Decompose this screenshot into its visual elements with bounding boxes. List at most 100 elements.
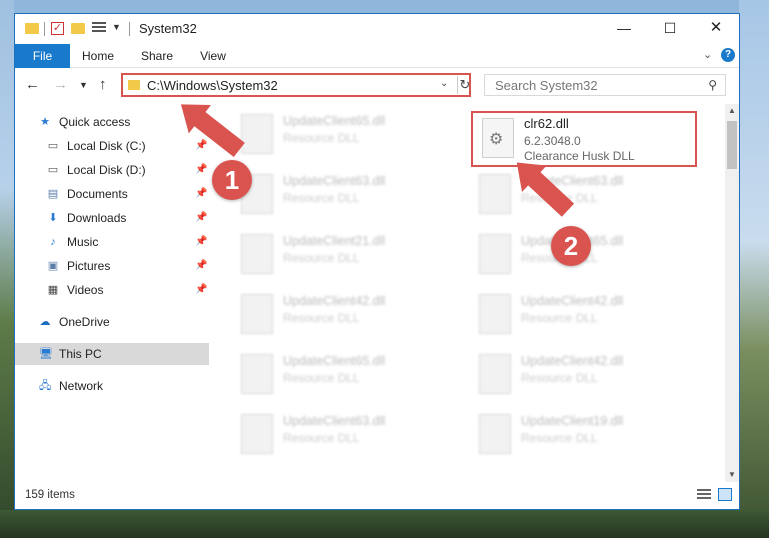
help-icon[interactable]: ? <box>721 48 735 62</box>
pin-icon[interactable]: 📌 <box>195 159 207 181</box>
file-description: Resource DLL <box>283 371 360 385</box>
folder-icon <box>128 80 140 90</box>
minimize-button[interactable]: — <box>601 14 647 44</box>
pin-icon[interactable]: 📌 <box>195 207 207 229</box>
sidebar-item-label: Local Disk (D:) <box>67 163 146 177</box>
list-item[interactable]: UpdateClient19.dll Resource DLL <box>447 410 647 462</box>
tab-share[interactable]: Share <box>133 44 181 68</box>
sidebar-item-music[interactable]: ♪ Music 📌 <box>15 231 209 253</box>
item-count: 159 items <box>25 489 75 501</box>
window-title: System32 <box>139 21 197 36</box>
drive-icon: ▭ <box>47 164 59 176</box>
sidebar-item-label: Network <box>59 379 104 393</box>
sidebar-item-label: Documents <box>67 187 128 201</box>
sidebar-item-local-disk-d[interactable]: ▭ Local Disk (D:) 📌 <box>15 159 209 181</box>
file-description: Resource DLL <box>521 311 598 325</box>
recent-locations-chevron-icon[interactable]: ▼ <box>79 80 88 90</box>
up-arrow-icon[interactable]: ↑ <box>99 76 107 93</box>
dll-file-icon <box>479 294 511 334</box>
tab-view[interactable]: View <box>193 44 233 68</box>
search-input[interactable]: Search System32 <box>495 78 598 93</box>
sidebar-item-label: This PC <box>59 347 102 361</box>
pin-icon[interactable]: 📌 <box>195 231 207 253</box>
sidebar-item-onedrive[interactable]: ☁ OneDrive <box>15 311 209 333</box>
pin-icon[interactable]: 📌 <box>195 135 207 157</box>
refresh-icon[interactable]: ↻ <box>457 76 472 94</box>
customize-toolbar-dropdown-icon[interactable]: ▼ <box>112 22 121 38</box>
computer-icon: 🖥 <box>39 348 53 360</box>
close-button[interactable]: ✕ <box>693 14 739 44</box>
file-list: UpdateClient65.dll Resource DLL UpdateCl… <box>209 104 725 482</box>
download-icon: ⬇ <box>48 212 58 224</box>
list-item[interactable]: UpdateClient21.dll Resource DLL <box>209 230 409 282</box>
expand-ribbon-chevron-icon[interactable]: ⌄ <box>703 48 712 61</box>
highlighted-file-clr62[interactable]: ⚙ clr62.dll 6.2.3048.0 Clearance Husk DL… <box>471 111 697 167</box>
search-icon[interactable]: ⚲ <box>708 78 717 92</box>
sidebar-item-label: Videos <box>67 283 104 297</box>
pin-icon[interactable]: 📌 <box>195 255 207 277</box>
list-item[interactable]: UpdateClient63.dll Resource DLL <box>209 410 409 462</box>
details-view-icon[interactable] <box>697 489 711 501</box>
scroll-up-arrow-icon[interactable]: ▲ <box>725 104 739 118</box>
list-item[interactable]: UpdateClient65.dll Resource DLL <box>209 350 409 402</box>
sidebar-item-documents[interactable]: ▤ Documents 📌 <box>15 183 209 205</box>
sidebar-item-pictures[interactable]: ▣ Pictures 📌 <box>15 255 209 277</box>
folder-icon[interactable] <box>25 23 39 34</box>
sidebar-item-label: OneDrive <box>59 315 110 329</box>
cloud-icon: ☁ <box>39 316 51 328</box>
file-description: Resource DLL <box>283 431 360 445</box>
pin-icon[interactable]: 📌 <box>195 183 207 205</box>
dll-file-icon: ⚙ <box>482 118 514 158</box>
navigation-pane: ★ Quick access ▭ Local Disk (C:) 📌 ▭ Loc… <box>15 104 209 482</box>
tab-home[interactable]: Home <box>75 44 121 68</box>
sidebar-item-videos[interactable]: ▦ Videos 📌 <box>15 279 209 301</box>
file-name: UpdateClient21.dll <box>283 234 386 248</box>
sidebar-item-this-pc[interactable]: 🖥 This PC <box>15 343 209 365</box>
back-arrow-icon[interactable]: ← <box>25 76 40 93</box>
list-item[interactable]: UpdateClient65.dll Resource DLL <box>447 230 647 282</box>
list-item[interactable]: UpdateClient42.dll Resource DLL <box>447 290 647 342</box>
properties-icon[interactable] <box>92 22 106 34</box>
ribbon-tabs: File Home Share View ⌄ ? <box>15 44 739 68</box>
address-dropdown-icon[interactable]: ⌄ <box>440 78 448 89</box>
drive-icon: ▭ <box>47 140 59 152</box>
scroll-down-arrow-icon[interactable]: ▼ <box>725 468 739 482</box>
title-separator <box>129 22 130 36</box>
file-description: Resource DLL <box>521 371 598 385</box>
list-item[interactable]: UpdateClient65.dll Resource DLL <box>209 110 409 162</box>
address-bar[interactable]: C:\Windows\System32 ⌄ ↻ <box>121 73 471 97</box>
sidebar-item-downloads[interactable]: ⬇ Downloads 📌 <box>15 207 209 229</box>
properties-check-icon[interactable]: ✓ <box>51 22 64 35</box>
star-icon: ★ <box>40 116 50 128</box>
desktop-background-right <box>739 0 769 538</box>
file-description: Resource DLL <box>521 431 598 445</box>
search-box[interactable]: Search System32 ⚲ <box>484 74 726 96</box>
sidebar-item-network[interactable]: 🖧 Network <box>15 375 209 397</box>
scrollbar-thumb[interactable] <box>727 121 737 169</box>
address-path[interactable]: C:\Windows\System32 <box>147 78 278 93</box>
list-item[interactable]: UpdateClient42.dll Resource DLL <box>447 350 647 402</box>
file-name: UpdateClient65.dll <box>283 114 386 128</box>
list-item[interactable]: UpdateClient42.dll Resource DLL <box>209 290 409 342</box>
vertical-scrollbar[interactable]: ▲ ▼ <box>725 104 739 482</box>
dll-file-icon <box>479 234 511 274</box>
large-icons-view-icon[interactable] <box>718 488 732 501</box>
pin-icon[interactable]: 📌 <box>195 279 207 301</box>
documents-icon: ▤ <box>47 188 59 200</box>
file-description: Resource DLL <box>283 131 360 145</box>
file-description: Resource DLL <box>283 191 360 205</box>
sidebar-item-label: Pictures <box>67 259 111 273</box>
toolbar-separator <box>44 22 45 36</box>
file-name: UpdateClient63.dll <box>283 414 386 428</box>
forward-arrow-icon[interactable]: → <box>53 76 68 93</box>
dll-file-icon <box>479 354 511 394</box>
tab-file[interactable]: File <box>15 44 70 68</box>
file-version: 6.2.3048.0 <box>524 134 581 148</box>
dll-file-icon <box>241 354 273 394</box>
sidebar-item-local-disk-c[interactable]: ▭ Local Disk (C:) 📌 <box>15 135 209 157</box>
new-folder-icon[interactable] <box>71 23 85 34</box>
file-explorer-window: ✓ ▼ System32 — ☐ ✕ File Home Share View … <box>14 13 740 510</box>
gear-icon: ⚙ <box>489 131 504 148</box>
maximize-button[interactable]: ☐ <box>647 14 693 44</box>
file-name: UpdateClient65.dll <box>283 354 386 368</box>
